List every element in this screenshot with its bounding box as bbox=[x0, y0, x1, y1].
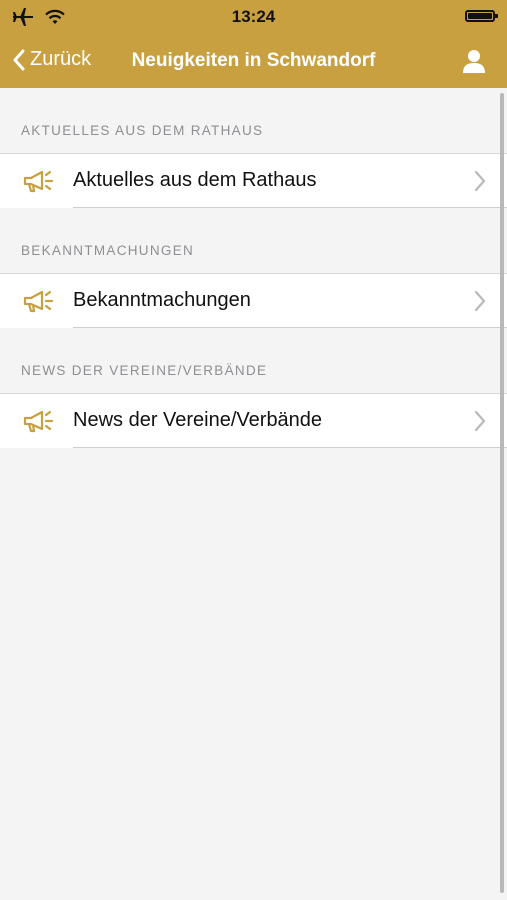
nav-bar: Zurück Neuigkeiten in Schwandorf bbox=[0, 36, 507, 88]
megaphone-icon bbox=[23, 170, 54, 193]
section-header: BEKANNTMACHUNGEN bbox=[0, 208, 507, 274]
list-item-label: News der Vereine/Verbände bbox=[73, 409, 323, 431]
divider bbox=[73, 327, 507, 328]
back-label: Zurück bbox=[30, 48, 92, 70]
chevron-right-icon bbox=[474, 290, 486, 312]
divider bbox=[73, 447, 507, 448]
person-icon[interactable] bbox=[461, 48, 487, 74]
back-button[interactable]: Zurück bbox=[12, 48, 91, 71]
chevron-right-icon bbox=[474, 170, 486, 192]
megaphone-icon bbox=[23, 290, 54, 313]
battery-fill bbox=[468, 13, 492, 19]
section-header: NEWS DER VEREINE/VERBÄNDE bbox=[0, 328, 507, 394]
header: 13:24 Zurück Neuigkeiten in Schwandorf bbox=[0, 0, 507, 88]
list-item-label: Bekanntmachungen bbox=[73, 289, 251, 311]
section-header: AKTUELLES AUS DEM RATHAUS bbox=[0, 88, 507, 154]
chevron-left-icon bbox=[13, 49, 25, 70]
page-title: Neuigkeiten in Schwandorf bbox=[131, 50, 376, 71]
list-item-label: Aktuelles aus dem Rathaus bbox=[73, 169, 317, 191]
chevron-right-icon bbox=[474, 410, 486, 432]
section-bekanntmachungen: BEKANNTMACHUNGEN Bekanntmachungen bbox=[0, 208, 507, 328]
battery-icon bbox=[465, 10, 498, 22]
content-list: AKTUELLES AUS DEM RATHAUS Aktuelles aus … bbox=[0, 88, 507, 900]
screen: 13:24 Zurück Neuigkeiten in Schwandorf A… bbox=[0, 0, 507, 900]
list-item-bekanntmachungen[interactable]: Bekanntmachungen bbox=[0, 274, 507, 328]
scrollbar[interactable] bbox=[500, 93, 504, 893]
list-item-vereine[interactable]: News der Vereine/Verbände bbox=[0, 394, 507, 448]
megaphone-icon bbox=[23, 410, 54, 433]
section-aktuelles: AKTUELLES AUS DEM RATHAUS Aktuelles aus … bbox=[0, 88, 507, 208]
list-item-aktuelles[interactable]: Aktuelles aus dem Rathaus bbox=[0, 154, 507, 208]
status-bar: 13:24 bbox=[0, 0, 507, 36]
status-time: 13:24 bbox=[231, 7, 276, 26]
divider bbox=[73, 207, 507, 208]
section-vereine: NEWS DER VEREINE/VERBÄNDE News der Verei… bbox=[0, 328, 507, 448]
